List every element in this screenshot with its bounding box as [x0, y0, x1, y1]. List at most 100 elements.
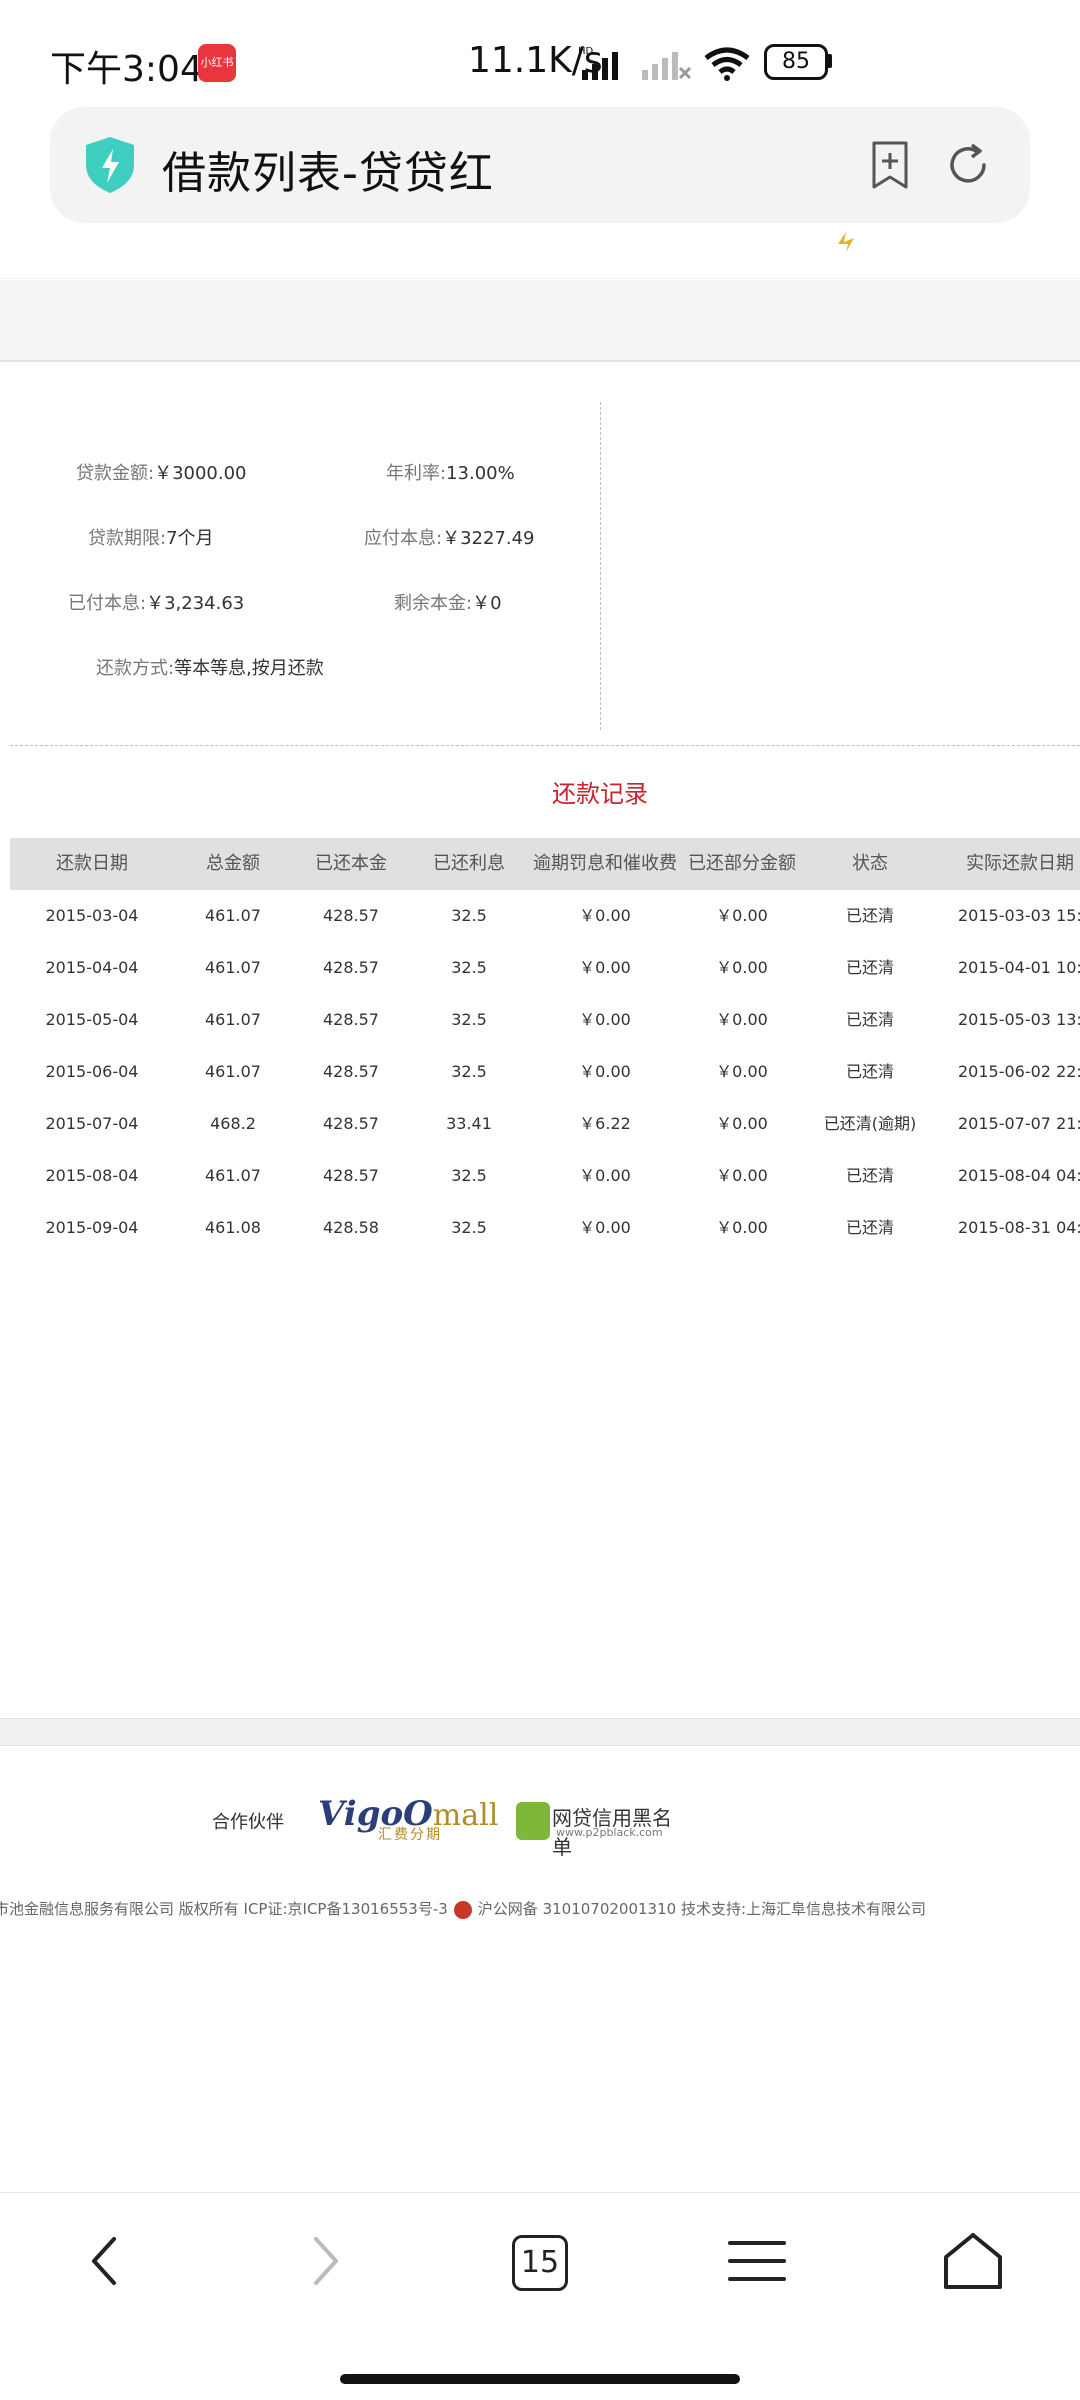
site-logo-icon: [838, 232, 854, 252]
table-cell: ￥0.00: [716, 906, 768, 925]
browser-bottom-nav: 15: [0, 2192, 1080, 2327]
table-cell: ￥0.00: [579, 1010, 631, 1029]
table-cell: 428.57: [323, 906, 379, 925]
p2p-mascot-icon: [516, 1802, 550, 1840]
table-cell: 461.07: [205, 1062, 261, 1081]
partners-label: 合作伙伴: [212, 1812, 284, 1833]
table-cell: 461.07: [205, 958, 261, 977]
table-cell: 461.07: [205, 1010, 261, 1029]
table-row: 2015-08-04 461.07 428.57 32.5 ￥0.00 ￥0.00 已还清 2…: [10, 1150, 1080, 1202]
table-cell: ￥0.00: [716, 1062, 768, 1081]
table-cell: ￥0.00: [579, 1218, 631, 1237]
partner-vigomall-logo[interactable]: VigoOmall 汇费分期: [318, 1794, 498, 1844]
table-cell: ￥6.22: [579, 1114, 631, 1133]
table-cell: ￥0.00: [716, 958, 768, 977]
table-cell: 468.2: [210, 1114, 256, 1133]
table-cell: 2015-07-04: [45, 1114, 139, 1133]
vigo-subtitle: 汇费分期: [378, 1827, 442, 1843]
police-badge-icon: [453, 1900, 472, 1919]
home-button[interactable]: [938, 2229, 1008, 2293]
table-cell: 428.57: [323, 1166, 379, 1185]
forward-button[interactable]: [290, 2229, 360, 2293]
table-cell: 428.57: [323, 958, 379, 977]
loan-amount: 贷款金额:￥3000.00: [76, 463, 247, 484]
table-cell: 2015-08-31 04:5: [958, 1218, 1080, 1237]
header-cell: 总金额: [206, 853, 260, 874]
table-cell: 2015-05-04: [45, 1010, 139, 1029]
paid-total: 已付本息:￥3,234.63: [68, 593, 245, 614]
table-cell: 已还清: [845, 1010, 894, 1029]
menu-button[interactable]: [722, 2229, 792, 2293]
table-cell: 2015-06-04: [45, 1062, 139, 1081]
table-cell: 428.57: [323, 1114, 379, 1133]
table-cell: 2015-03-04: [45, 906, 139, 925]
table-cell: 32.5: [451, 958, 487, 977]
table-cell: 32.5: [451, 1010, 487, 1029]
wifi-icon: [704, 47, 750, 81]
address-bar[interactable]: 借款列表-贷贷红: [50, 107, 1030, 223]
status-time: 下午3:04: [50, 49, 203, 90]
section-divider: [10, 745, 1080, 746]
p2p-url: www.p2pblack.com: [556, 1826, 663, 1839]
table-cell: ￥0.00: [579, 1062, 631, 1081]
record-number-text: 沪公网备 31010702001310 技术支持:上海汇阜信息技术有限公司: [477, 1900, 926, 1918]
payable-total: 应付本息:￥3227.49: [364, 528, 535, 549]
table-cell: ￥0.00: [579, 958, 631, 977]
table-cell: 已还清: [845, 906, 894, 925]
table-cell: 428.57: [323, 1010, 379, 1029]
table-cell: 32.5: [451, 906, 487, 925]
info-divider: [600, 402, 601, 730]
repayment-method: 还款方式:等本等息,按月还款: [96, 658, 324, 679]
svg-text:HD: HD: [578, 46, 594, 57]
table-body: 2015-03-04 461.07 428.57 32.5 ￥0.00 ￥0.00 已还清 2…: [10, 890, 1080, 1254]
table-row: 2015-04-04 461.07 428.57 32.5 ￥0.00 ￥0.00 已还清 2…: [10, 942, 1080, 994]
table-cell: ￥0.00: [716, 1218, 768, 1237]
interest-rate: 年利率:13.00%: [386, 463, 515, 484]
table-cell: 已还清: [845, 1166, 894, 1185]
table-cell: 2015-09-04: [45, 1218, 139, 1237]
table-cell: 461.08: [205, 1218, 261, 1237]
add-bookmark-button[interactable]: [864, 139, 916, 191]
header-cell: 逾期罚息和催收费: [533, 853, 677, 874]
mall-text: mall: [432, 1798, 499, 1833]
header-cell: 实际还款日期: [966, 853, 1074, 874]
remaining-principal: 剩余本金:￥0: [394, 593, 502, 614]
reload-button[interactable]: [942, 139, 994, 191]
header-cell: 已还利息: [433, 853, 505, 874]
table-cell: 32.5: [451, 1062, 487, 1081]
table-cell: 2015-04-04: [45, 958, 139, 977]
header-cell: 还款日期: [56, 853, 128, 874]
table-cell: 已还清: [845, 958, 894, 977]
footer-divider: [0, 1718, 1080, 1746]
header-cell: 已还本金: [315, 853, 387, 874]
table-cell: 33.41: [446, 1114, 492, 1133]
back-button[interactable]: [70, 2229, 140, 2293]
site-header: [0, 246, 1080, 279]
table-cell: 428.58: [323, 1218, 379, 1237]
table-cell: ￥0.00: [716, 1010, 768, 1029]
table-cell: ￥0.00: [716, 1166, 768, 1185]
battery-icon: 85: [764, 44, 834, 80]
table-row: 2015-03-04 461.07 428.57 32.5 ￥0.00 ￥0.00 已还清 2…: [10, 890, 1080, 942]
status-bar: 下午3:04 小红书 11.1K/s HD 85: [0, 0, 1080, 108]
table-cell: 461.07: [205, 1166, 261, 1185]
battery-level: 85: [764, 44, 828, 80]
copyright-text: 市池金融信息服务有限公司 版权所有 ICP证:京ICP备13016553号-3: [0, 1900, 448, 1918]
table-cell: 2015-03-03 15:1: [958, 906, 1080, 925]
header-cell: 状态: [852, 853, 888, 874]
loan-term: 贷款期限:7个月: [88, 528, 214, 549]
records-title: 还款记录: [552, 780, 648, 808]
table-cell: 32.5: [451, 1218, 487, 1237]
tab-count: 15: [512, 2235, 568, 2291]
table-row: 2015-09-04 461.08 428.58 32.5 ￥0.00 ￥0.00 已还清 2…: [10, 1202, 1080, 1254]
navigation-bar: [0, 280, 1080, 362]
table-row: 2015-07-04 468.2 428.57 33.41 ￥6.22 ￥0.00 已还清(…: [10, 1098, 1080, 1150]
table-cell: 2015-07-07 21:5: [958, 1114, 1080, 1133]
table-cell: 已还清(逾期): [823, 1114, 917, 1133]
table-cell: 2015-08-04 04:0: [958, 1166, 1080, 1185]
partner-p2pblack-logo[interactable]: 网贷信用黑名单 www.p2pblack.com: [516, 1800, 686, 1859]
table-cell: ￥0.00: [579, 906, 631, 925]
tabs-button[interactable]: 15: [512, 2235, 582, 2299]
repayment-table: 还款日期 总金额 已还本金 已还利息 逾期罚息和催收费 已还部分金额 状态 实际…: [10, 838, 1080, 1254]
home-indicator[interactable]: [340, 2374, 740, 2384]
